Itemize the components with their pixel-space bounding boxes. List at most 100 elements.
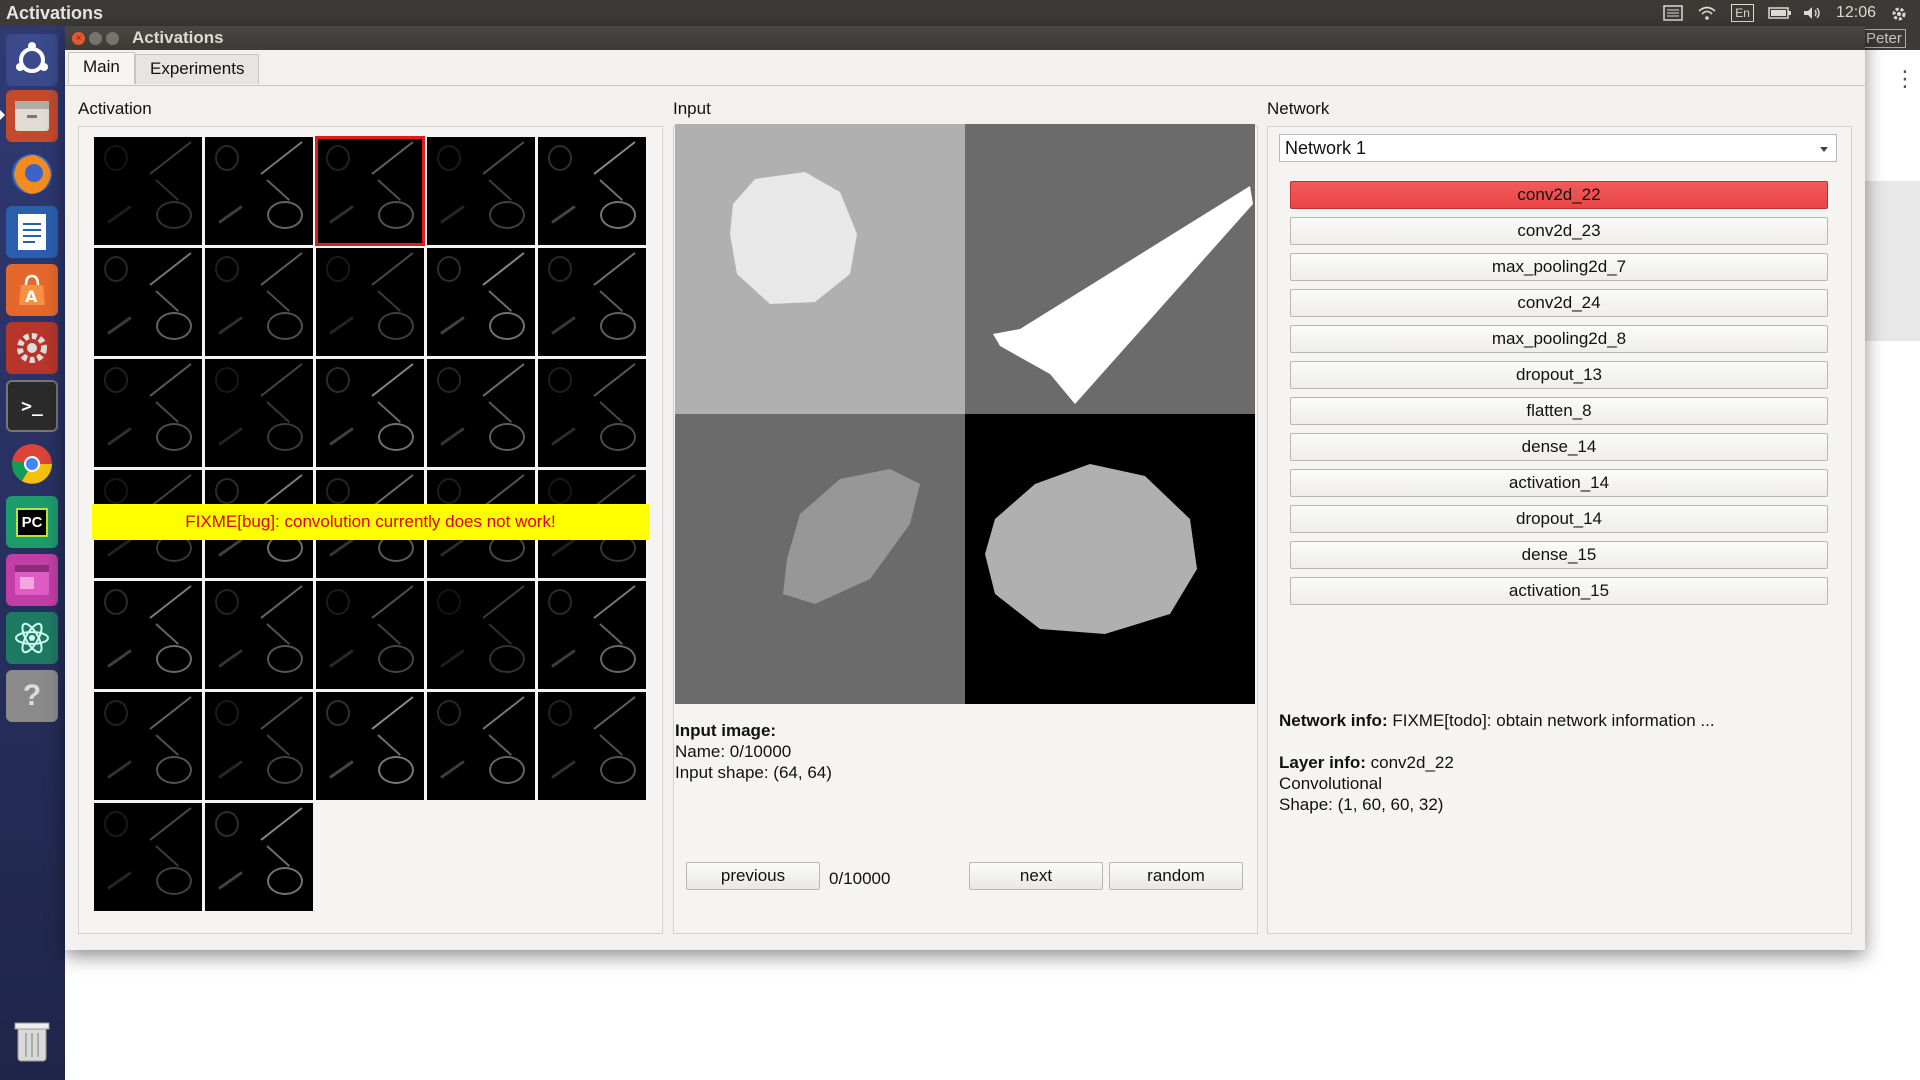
layer-button[interactable]: activation_14: [1290, 469, 1828, 497]
writer-document-icon[interactable]: [6, 206, 58, 258]
activation-map[interactable]: [427, 581, 535, 689]
network-select[interactable]: Network 1: [1279, 134, 1837, 162]
window-titlebar: × Activations: [65, 26, 1865, 50]
activation-map[interactable]: [427, 359, 535, 467]
layer-button[interactable]: dropout_14: [1290, 505, 1828, 533]
activation-map[interactable]: [94, 803, 202, 911]
input-label: Input: [673, 99, 711, 118]
activation-map[interactable]: [316, 359, 424, 467]
window-app-icon[interactable]: [6, 554, 58, 606]
network-label: Network: [1267, 99, 1330, 118]
network-select-value: Network 1: [1285, 137, 1367, 158]
activation-map[interactable]: [538, 359, 646, 467]
activation-map[interactable]: [538, 581, 646, 689]
activation-map[interactable]: [205, 137, 313, 245]
close-window-button[interactable]: ×: [72, 31, 85, 45]
maximize-window-button[interactable]: [106, 31, 119, 45]
files-icon[interactable]: [6, 90, 58, 142]
layer-button[interactable]: max_pooling2d_7: [1290, 253, 1828, 281]
software-center-icon[interactable]: A: [6, 264, 58, 316]
more-options-icon[interactable]: ⋮: [1894, 68, 1916, 90]
network-info-label: Network info:: [1279, 711, 1388, 730]
activation-map[interactable]: [94, 581, 202, 689]
tab-main[interactable]: Main: [68, 52, 135, 84]
active-app-name: Activations: [6, 2, 104, 23]
layer-button[interactable]: activation_15: [1290, 577, 1828, 605]
input-image: [675, 124, 1255, 704]
atom-editor-icon[interactable]: [6, 612, 58, 664]
activation-map[interactable]: [538, 248, 646, 356]
activation-map[interactable]: [316, 581, 424, 689]
activation-map[interactable]: [205, 803, 313, 911]
network-info-line: Network info: FIXME[todo]: obtain networ…: [1279, 710, 1715, 731]
layer-button[interactable]: max_pooling2d_8: [1290, 325, 1828, 353]
activation-map[interactable]: [316, 248, 424, 356]
battery-icon[interactable]: [1768, 5, 1791, 21]
chrome-icon[interactable]: [6, 438, 58, 490]
activation-map[interactable]: [94, 359, 202, 467]
layer-button[interactable]: conv2d_22: [1290, 181, 1828, 209]
indicator-menu-icon[interactable]: [1663, 5, 1684, 21]
help-icon[interactable]: ?: [6, 670, 58, 722]
activation-map[interactable]: [94, 692, 202, 800]
activation-map[interactable]: [316, 692, 424, 800]
input-name: Name: 0/10000: [675, 742, 792, 761]
input-shape: Input shape: (64, 64): [675, 763, 832, 782]
layer-button[interactable]: flatten_8: [1290, 397, 1828, 425]
fixme-banner: FIXME[bug]: convolution currently does n…: [92, 504, 649, 540]
activation-map[interactable]: [205, 359, 313, 467]
layer-button[interactable]: conv2d_24: [1290, 289, 1828, 317]
clock[interactable]: 12:06: [1836, 4, 1876, 22]
svg-text:A: A: [25, 287, 38, 306]
keyboard-layout-indicator[interactable]: En: [1731, 4, 1754, 22]
input-info: Input image: Name: 0/10000 Input shape: …: [675, 720, 832, 783]
layer-button[interactable]: dropout_13: [1290, 361, 1828, 389]
activation-map[interactable]: [205, 581, 313, 689]
wifi-icon[interactable]: [1697, 5, 1717, 21]
next-button[interactable]: next: [969, 862, 1103, 890]
layer-type: Convolutional: [1279, 774, 1383, 793]
layer-button[interactable]: dense_15: [1290, 541, 1828, 569]
layer-info-text: conv2d_22: [1365, 753, 1454, 772]
terminal-icon[interactable]: >_: [6, 380, 58, 432]
activation-label: Activation: [78, 99, 152, 118]
chevron-down-icon: [1820, 147, 1828, 152]
tab-experiments[interactable]: Experiments: [135, 54, 260, 84]
activations-window: × Activations Main Experiments Activatio…: [65, 26, 1865, 950]
trash-icon[interactable]: [6, 1016, 58, 1068]
layer-button[interactable]: conv2d_23: [1290, 217, 1828, 245]
firefox-icon[interactable]: [6, 148, 58, 200]
activation-map[interactable]: [427, 137, 535, 245]
dash-ubuntu-icon[interactable]: [6, 34, 58, 86]
settings-gear-icon[interactable]: [1890, 5, 1910, 21]
previous-button[interactable]: previous: [686, 862, 820, 890]
volume-icon[interactable]: [1802, 5, 1822, 21]
activation-map[interactable]: [205, 692, 313, 800]
layer-info-line: Layer info: conv2d_22: [1279, 752, 1715, 773]
launcher-sidebar: A >_ PC ?: [0, 26, 65, 1080]
system-tray: En 12:06: [1663, 4, 1920, 22]
pycharm-icon[interactable]: PC: [6, 496, 58, 548]
network-info-text: FIXME[todo]: obtain network information …: [1387, 711, 1715, 730]
layer-button[interactable]: dense_14: [1290, 433, 1828, 461]
activation-map[interactable]: [94, 137, 202, 245]
activation-map[interactable]: [538, 137, 646, 245]
random-button[interactable]: random: [1109, 862, 1243, 890]
activation-map[interactable]: [94, 248, 202, 356]
user-label: Peter: [1862, 29, 1906, 48]
minimize-window-button[interactable]: [89, 31, 102, 45]
system-settings-icon[interactable]: [6, 322, 58, 374]
layer-shape: Shape: (1, 60, 60, 32): [1279, 795, 1444, 814]
activation-map[interactable]: [427, 692, 535, 800]
window-title: Activations: [132, 28, 224, 47]
tab-bar: Main Experiments: [65, 50, 1865, 84]
layer-info-label: Layer info:: [1279, 753, 1366, 772]
activation-map[interactable]: [315, 136, 425, 246]
input-info-heading: Input image:: [675, 721, 777, 740]
activation-map[interactable]: [205, 248, 313, 356]
activation-map[interactable]: [427, 248, 535, 356]
top-panel: Activations En 12:06: [0, 0, 1920, 26]
activation-map[interactable]: [538, 692, 646, 800]
network-info: Network info: FIXME[todo]: obtain networ…: [1279, 710, 1715, 815]
input-counter: 0/10000: [829, 869, 891, 888]
